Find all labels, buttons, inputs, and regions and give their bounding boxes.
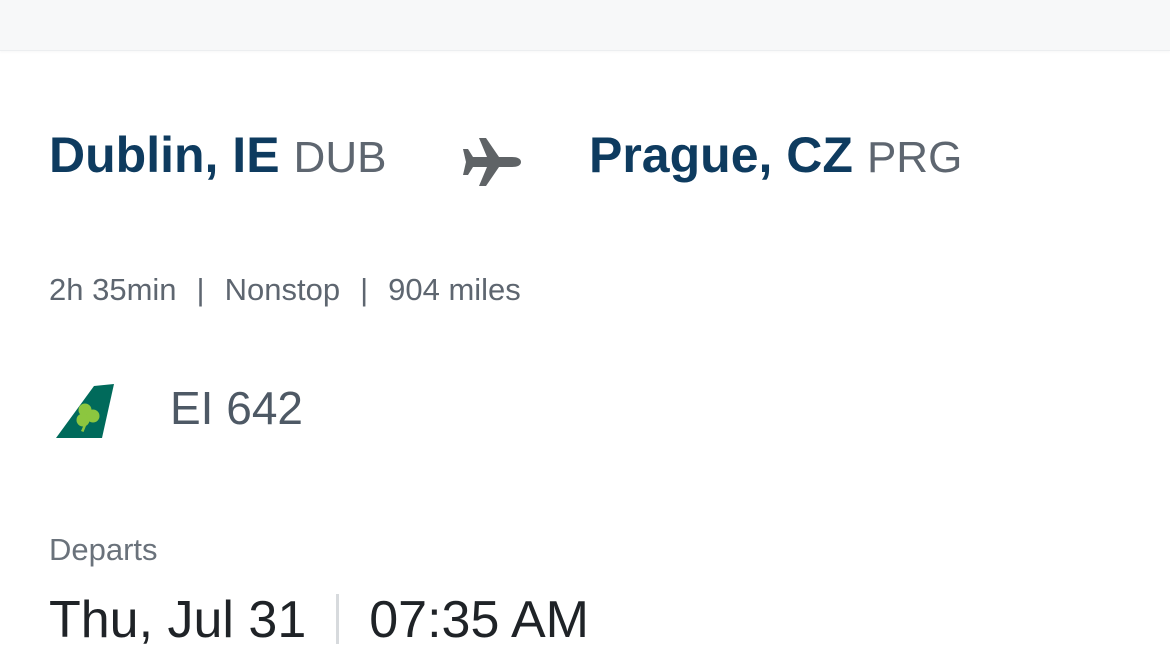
origin-city: Dublin, IE xyxy=(49,127,280,183)
aer-lingus-tail-logo xyxy=(56,384,114,438)
origin-code: DUB xyxy=(293,133,387,182)
top-header-bar xyxy=(0,0,1170,51)
route-header: Dublin, IE DUB Prague, CZ PRG xyxy=(49,120,1049,190)
departs-label: Departs xyxy=(49,532,158,567)
datetime-divider xyxy=(336,594,340,645)
destination-city: Prague, CZ xyxy=(589,127,853,183)
flight-number: EI 642 xyxy=(170,382,303,434)
departure-time: 07:35 AM xyxy=(369,591,589,649)
destination: Prague, CZ PRG xyxy=(589,120,962,193)
flight-distance: 904 miles xyxy=(388,272,521,307)
flight-row: EI 642 xyxy=(54,380,454,442)
origin: Dublin, IE DUB xyxy=(49,120,386,193)
summary-separator: | xyxy=(196,272,205,307)
destination-code: PRG xyxy=(866,133,963,182)
flight-duration: 2h 35min xyxy=(49,272,177,307)
summary-separator: | xyxy=(360,272,369,307)
departure-datetime: Thu, Jul 31 07:35 AM xyxy=(49,588,589,652)
flight-summary: 2h 35min | Nonstop | 904 miles xyxy=(49,270,521,310)
flight-stops: Nonstop xyxy=(224,272,341,307)
departure-date: Thu, Jul 31 xyxy=(49,591,307,649)
airplane-icon xyxy=(463,138,521,186)
